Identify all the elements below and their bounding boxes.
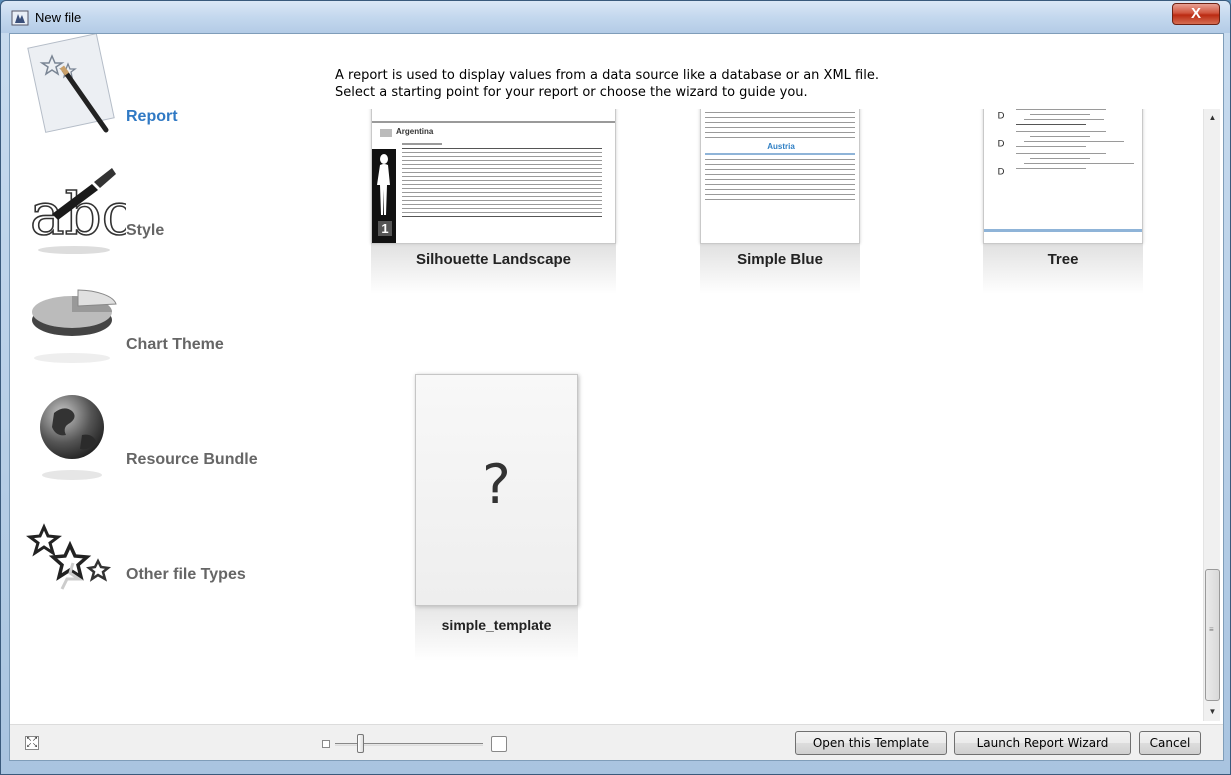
grip-icon: ≡	[1209, 625, 1214, 634]
tree-figure-icon: ᴰ	[998, 165, 1005, 181]
group-label: Argentina	[396, 127, 434, 136]
open-template-button[interactable]: Open this Template	[795, 731, 947, 755]
description-text: A report is used to display values from …	[335, 67, 879, 101]
tree-figure-icon: ᴰ	[998, 109, 1005, 125]
sidebar-item-label: Report	[126, 108, 178, 125]
sidebar-item-label: Resource Bundle	[126, 451, 258, 468]
sidebar-item-resource-bundle[interactable]: Resource Bundle	[10, 383, 330, 493]
launch-wizard-button[interactable]: Launch Report Wizard	[954, 731, 1131, 755]
template-gallery: Argentina 1 Silhouette Landscape Austria…	[335, 109, 1205, 721]
template-label: Tree	[1047, 251, 1079, 268]
template-preview: Austria	[700, 109, 860, 244]
expand-icon[interactable]: ↖↗ ↙↘	[25, 736, 39, 750]
new-file-dialog: New file X Report abc Style Chart Theme …	[0, 0, 1231, 775]
scroll-down-icon[interactable]: ▼	[1204, 703, 1221, 720]
sidebar-item-label: Style	[126, 222, 165, 239]
close-button[interactable]: X	[1172, 3, 1220, 25]
zoom-slider-handle[interactable]	[357, 734, 364, 753]
template-simple-template[interactable]: ?	[415, 374, 578, 606]
app-icon	[11, 10, 29, 26]
report-pen-icon	[27, 34, 115, 133]
title-bar[interactable]: New file X	[1, 1, 1230, 33]
dialog-body: Report abc Style Chart Theme Resource Bu…	[9, 33, 1224, 761]
zoom-in-icon[interactable]	[491, 736, 507, 752]
vertical-scrollbar[interactable]: ▲ ≡ ▼	[1203, 109, 1220, 721]
sidebar-item-report[interactable]: Report	[10, 34, 330, 144]
style-brush-icon: abc	[29, 168, 126, 254]
template-preview: ᴰ ᴰ ᴰ	[983, 109, 1143, 244]
svg-text:abc: abc	[30, 180, 126, 248]
unknown-template-icon: ?	[482, 453, 511, 516]
page-number: 1	[378, 221, 392, 236]
scroll-up-icon[interactable]: ▲	[1204, 109, 1221, 126]
template-label: Simple Blue	[737, 251, 823, 268]
template-label: simple_template	[441, 617, 552, 633]
sidebar-item-chart-theme[interactable]: Chart Theme	[10, 268, 330, 378]
window-title: New file	[35, 10, 82, 25]
globe-icon	[40, 395, 104, 480]
sidebar-item-other-file-types[interactable]: Other file Types	[10, 497, 330, 607]
silhouette-figure-icon	[377, 154, 390, 215]
scrollbar-thumb[interactable]: ≡	[1205, 569, 1220, 701]
sidebar-item-label: Chart Theme	[126, 336, 224, 353]
sidebar-item-label: Other file Types	[126, 566, 246, 583]
description-line: A report is used to display values from …	[335, 68, 879, 83]
template-label: Silhouette Landscape	[415, 251, 572, 268]
bottom-toolbar: ↖↗ ↙↘ Open this Template Launch Report Wi…	[10, 724, 1223, 760]
tree-figure-icon: ᴰ	[998, 137, 1005, 153]
stars-icon	[26, 523, 112, 590]
sidebar-item-style[interactable]: abc Style	[10, 154, 330, 264]
template-preview: Argentina 1	[371, 109, 616, 244]
reflection	[415, 606, 578, 661]
cancel-button[interactable]: Cancel	[1139, 731, 1201, 755]
category-sidebar: Report abc Style Chart Theme Resource Bu…	[10, 34, 330, 724]
zoom-out-icon[interactable]	[322, 740, 330, 748]
pie-chart-icon	[32, 289, 117, 363]
description-line: Select a starting point for your report …	[335, 85, 808, 100]
group-label: Austria	[767, 142, 795, 151]
